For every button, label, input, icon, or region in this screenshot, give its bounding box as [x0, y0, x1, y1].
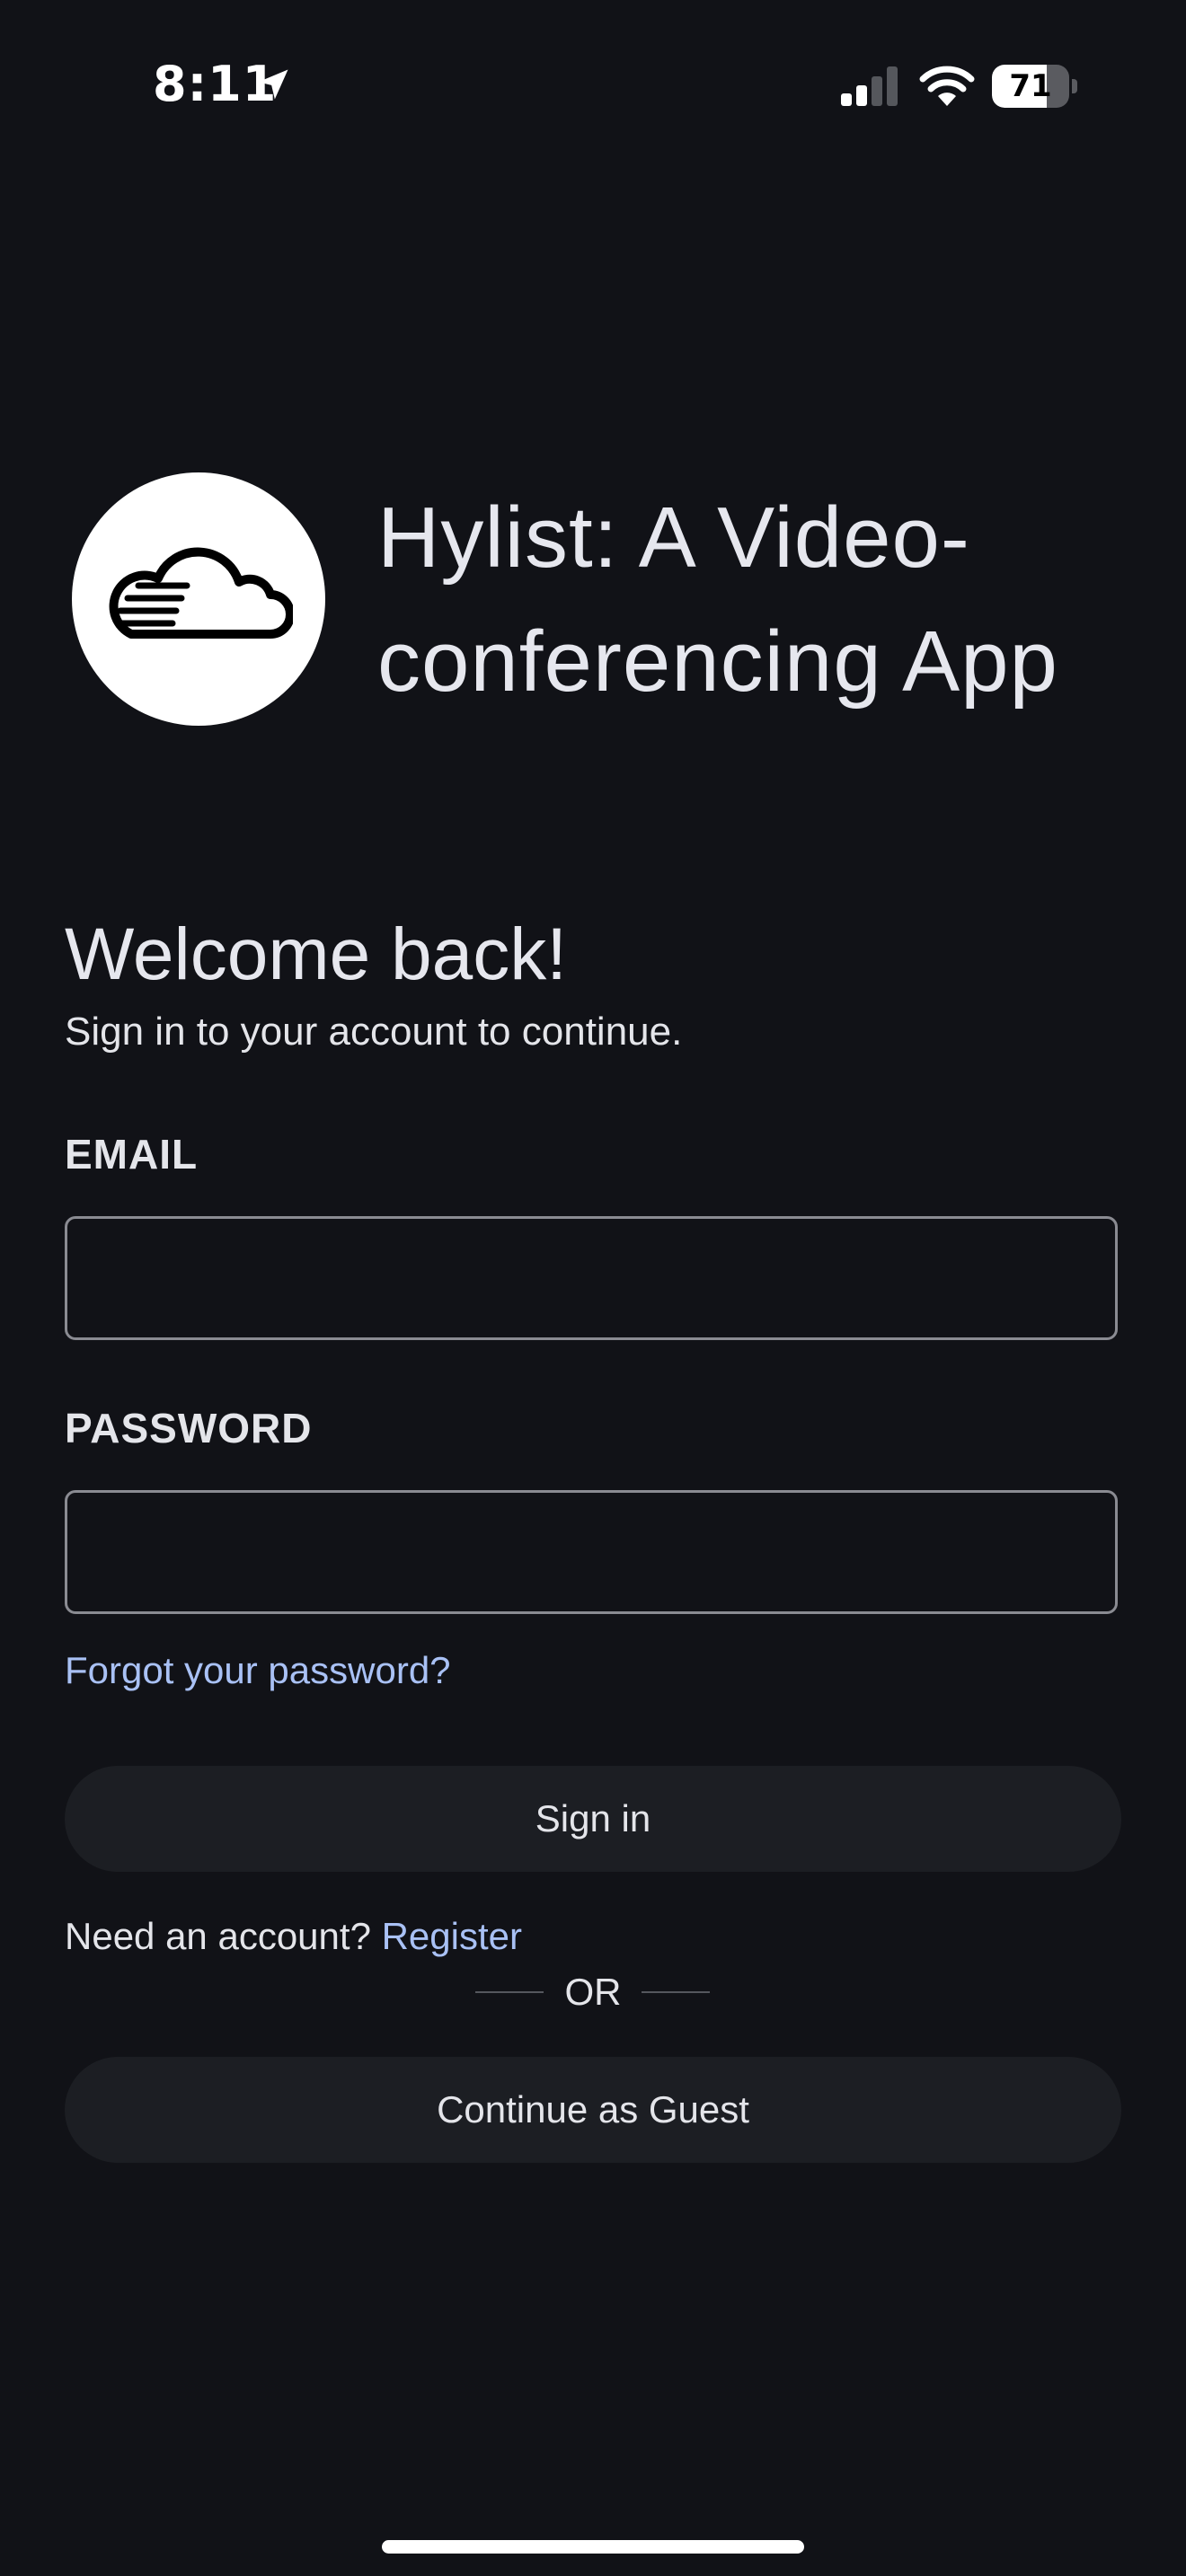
or-divider: OR	[0, 1965, 1186, 2019]
forgot-password-link[interactable]: Forgot your password?	[65, 1649, 451, 1692]
cloud-icon	[109, 547, 293, 639]
divider-line-left	[475, 1991, 544, 1993]
or-text: OR	[564, 1971, 622, 2013]
email-input[interactable]	[65, 1216, 1118, 1340]
sign-in-button[interactable]: Sign in	[65, 1766, 1121, 1872]
continue-as-guest-button[interactable]: Continue as Guest	[65, 2057, 1121, 2163]
location-arrow-icon	[258, 69, 288, 100]
battery-tip	[1072, 79, 1077, 93]
password-input[interactable]	[65, 1490, 1118, 1614]
password-label: PASSWORD	[65, 1405, 313, 1451]
welcome-subtitle: Sign in to your account to continue.	[65, 1010, 683, 1054]
welcome-title: Welcome back!	[65, 913, 568, 995]
battery-body: 71	[992, 65, 1069, 108]
divider-line-right	[642, 1991, 710, 1993]
register-link[interactable]: Register	[382, 1915, 522, 1957]
status-bar: 8:11 71	[0, 0, 1186, 171]
email-label: EMAIL	[65, 1131, 199, 1178]
cellular-signal-icon	[841, 66, 898, 106]
wifi-icon	[919, 66, 975, 106]
battery-icon: 71	[992, 65, 1078, 108]
home-indicator	[382, 2540, 804, 2554]
app-title: Hylist: A Video-conferencing App	[377, 490, 1058, 710]
app-logo	[72, 472, 325, 726]
need-account-text: Need an account?	[65, 1915, 371, 1957]
register-prompt: Need an account? Register	[65, 1915, 522, 1958]
battery-level: 71	[1009, 68, 1052, 104]
